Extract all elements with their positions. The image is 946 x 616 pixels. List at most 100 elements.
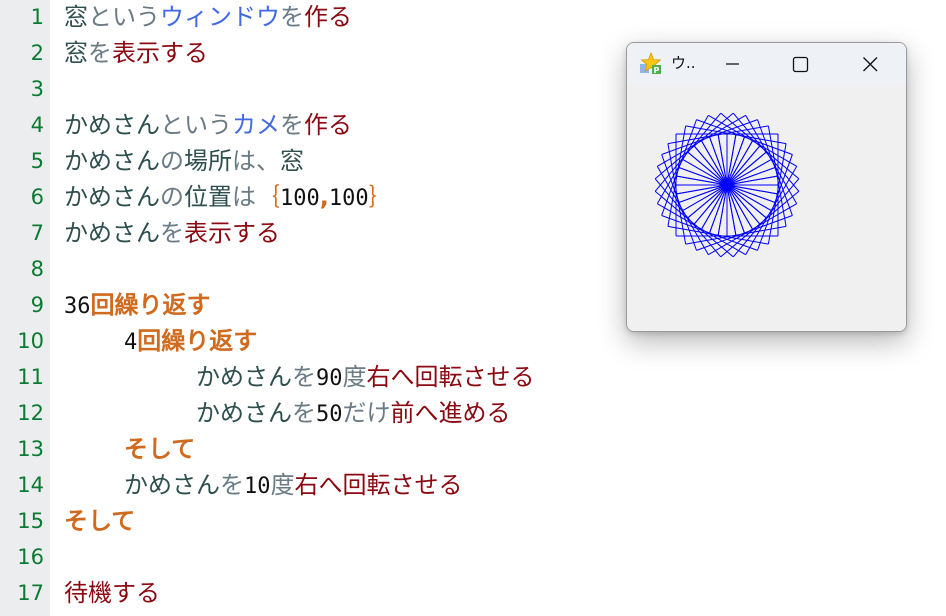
code-token: カメ [232,111,280,139]
window-canvas [627,85,906,331]
code-text: かめさんの場所は、窓 [64,144,304,178]
code-token: ウィンドウ [160,3,280,31]
star-icon: P [639,51,663,76]
line-number: 15 [17,509,44,533]
code-text: 窓を表示する [64,36,208,70]
code-token: かめさん [64,111,160,139]
code-token: ｛ [256,183,280,211]
turtle-line [678,119,697,168]
code-token: 位置 [184,183,232,211]
code-text: 36回繰り返す [64,288,211,324]
code-token: そして [124,435,196,463]
code-token: かめさん [124,471,220,499]
minimize-icon [726,63,739,65]
turtle-line [678,202,697,251]
code-text: かめさんというカメを作る [64,108,352,142]
code-token: 90 [316,366,343,391]
close-button[interactable] [847,43,893,85]
svg-text:P: P [654,66,660,75]
line-number: 8 [30,257,44,281]
code-line[interactable]: 13 そして [0,432,946,468]
line-number: 3 [30,77,44,101]
code-token: そして [64,507,136,535]
maximize-icon [792,56,809,73]
line-number: 9 [30,293,44,317]
code-text: そして [64,504,135,538]
code-token: 度 [342,363,367,391]
code-token: を [88,39,112,67]
code-token: を [220,471,244,499]
maximize-button[interactable] [777,43,823,85]
minimize-button[interactable] [709,43,755,85]
close-icon [863,57,878,72]
code-token: 表示する [112,39,208,67]
line-number: 4 [30,113,44,137]
code-token: を [292,363,316,391]
window-titlebar[interactable]: P ウ.. [627,43,906,85]
code-line[interactable]: 15 そして [0,504,946,540]
code-token: 4 [124,330,138,355]
code-token: かめさん [64,147,160,175]
turtle-line [744,136,793,155]
code-token: 回繰り返す [90,291,211,319]
code-token: 待機する [64,579,160,607]
code-text: かめさんを50だけ前へ進める [196,396,511,432]
code-token: 右へ回転させる [366,363,535,391]
line-number: 7 [30,221,44,245]
code-line[interactable]: 14 かめさんを10度右へ回転させる [0,468,946,504]
line-number: 1 [30,5,44,29]
code-token: を [280,111,304,139]
code-text: 窓というウィンドウを作る [64,0,352,34]
code-line[interactable]: 17 待機する [0,576,946,612]
line-number: 5 [30,149,44,173]
line-number: 16 [17,545,44,569]
turtle-line [757,202,776,251]
line-number: 14 [17,473,44,497]
code-token: 窓 [64,3,88,31]
line-number: 13 [17,437,44,461]
code-token: かめさん [196,363,292,391]
code-token: だけ [342,399,391,427]
line-number: 11 [17,365,44,389]
code-line[interactable]: 11 かめさんを90度右へ回転させる [0,360,946,396]
code-token: という [88,3,160,31]
code-token: という [160,111,232,139]
code-token: , [319,183,329,211]
window-title: ウ.. [671,54,696,72]
code-line[interactable]: 1 窓というウィンドウを作る [0,0,946,36]
code-token: を [160,219,184,247]
code-line[interactable]: 16 [0,540,946,576]
code-token: の [160,147,184,175]
code-token: 表示する [184,219,280,247]
code-token: 右へ回転させる [294,471,463,499]
code-token: 作る [304,111,352,139]
code-text: そして [124,432,195,466]
code-text: かめさんを10度右へ回転させる [124,468,463,504]
code-token: は [232,183,256,211]
code-token: 前へ進める [390,399,511,427]
code-token: を [280,3,304,31]
turtle-window[interactable]: P ウ.. [626,42,907,332]
code-line[interactable]: 12 かめさんを50だけ前へ進める [0,396,946,432]
code-text: 待機する [64,576,160,610]
code-token: 作る [304,3,352,31]
code-token: の [160,183,184,211]
code-token: ｝ [368,183,393,211]
code-token: 窓 [64,39,88,67]
code-token: かめさん [64,219,160,247]
code-token: は、 [232,147,280,175]
code-token: 36 [64,294,91,319]
code-text: かめさんを90度右へ回転させる [196,360,535,396]
code-token: 100 [280,186,320,211]
code-token: 10 [244,474,271,499]
code-text: かめさんを表示する [64,216,280,250]
line-number: 10 [17,329,44,353]
code-token: 場所 [184,147,232,175]
code-token: を [292,399,316,427]
code-token: 50 [316,402,343,427]
line-number: 2 [30,41,44,65]
code-token: 回繰り返す [137,327,258,355]
code-text: 4回繰り返す [124,324,257,360]
turtle-drawing [654,112,800,258]
code-token: かめさん [64,183,160,211]
